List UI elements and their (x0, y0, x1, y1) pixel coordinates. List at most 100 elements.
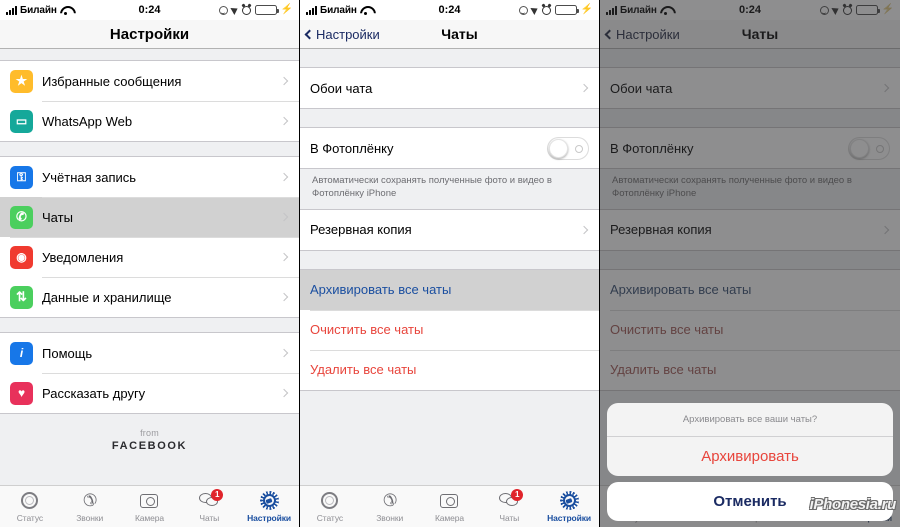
do-not-disturb-icon (218, 5, 228, 15)
heart-icon: ♥ (10, 381, 33, 405)
row-label: Резервная копия (310, 222, 412, 238)
tab-label: Статус (16, 512, 44, 523)
gear-icon (259, 491, 279, 511)
signal-bars-icon (6, 5, 17, 15)
panel-chats-settings: Билайн 0:24 ⚡ Настройки Чаты Обои чата В… (300, 0, 600, 527)
sidebar-item-whatsapp-web[interactable]: ▭ WhatsApp Web (0, 101, 299, 141)
camera-roll-toggle[interactable] (547, 136, 589, 160)
section-gap (300, 250, 599, 269)
facebook-footer: from FACEBOOK (0, 414, 299, 452)
chevron-right-icon (279, 252, 289, 262)
wifi-icon (60, 5, 72, 15)
carrier-name: Билайн (20, 4, 57, 16)
star-icon: ★ (10, 69, 33, 93)
sidebar-item-starred[interactable]: ★ Избранные сообщения (0, 61, 299, 101)
row-save-to-camera-roll[interactable]: В Фотоплёнку (300, 128, 599, 168)
chevron-right-icon (279, 348, 289, 358)
chats-badge: 1 (211, 488, 224, 501)
chevron-left-icon (304, 29, 315, 39)
chevron-right-icon (279, 292, 289, 302)
back-button[interactable]: Настройки (300, 27, 380, 42)
row-label: Данные и хранилище (42, 289, 172, 305)
page-title: Настройки (109, 25, 190, 43)
row-label: Уведомления (42, 249, 124, 265)
row-archive-all-chats[interactable]: Архивировать все чаты (300, 269, 599, 310)
camera-icon (440, 491, 459, 511)
row-label: Избранные сообщения (42, 73, 182, 89)
chat-actions-group: Архивировать все чаты Очистить все чаты … (300, 268, 599, 391)
charging-bolt-icon: ⚡ (280, 4, 293, 15)
row-chat-wallpaper[interactable]: Обои чата (300, 68, 599, 108)
status-bar-right: ⚡ (218, 4, 293, 15)
camera-roll-description: Автоматически сохранять полученные фото … (300, 169, 599, 209)
wifi-icon (360, 5, 372, 15)
camera-roll-group: В Фотоплёнку (300, 127, 599, 169)
camera-icon (140, 491, 159, 511)
nav-bar: Настройки (0, 20, 299, 49)
data-arrows-icon: ⇅ (10, 285, 33, 309)
gear-icon (559, 491, 579, 511)
tab-settings[interactable]: Настройки (539, 491, 599, 523)
archive-confirm-button[interactable]: Архивировать (607, 437, 893, 476)
action-sheet-main-group: Архивировать все ваши чаты? Архивировать (607, 402, 893, 476)
sidebar-item-notifications[interactable]: ◉ Уведомления (0, 237, 299, 277)
action-sheet-title: Архивировать все ваши чаты? (607, 403, 893, 437)
tab-bar: Статус ✆ Звонки Камера 1 Чаты Наст (300, 485, 599, 527)
status-bar: Билайн 0:24 ⚡ (300, 0, 599, 20)
row-label: Рассказать другу (42, 385, 146, 401)
info-icon: i (10, 341, 33, 365)
tab-camera[interactable]: Камера (420, 491, 480, 523)
row-backup[interactable]: Резервная копия (300, 209, 599, 250)
tab-settings[interactable]: Настройки (239, 491, 299, 523)
nav-bar: Настройки Чаты (300, 20, 599, 49)
sidebar-item-tell-a-friend[interactable]: ♥ Рассказать другу (0, 373, 299, 413)
panel-settings: Билайн 0:24 ⚡ Настройки ★ Избранные сооб… (0, 0, 300, 527)
row-label: Учётная запись (42, 169, 137, 185)
chevron-right-icon (579, 225, 589, 234)
section-gap (300, 109, 599, 127)
wallpaper-group: Обои чата (300, 67, 599, 109)
tab-label: Звонки (376, 512, 404, 523)
status-rings-icon (321, 491, 339, 511)
chevron-right-icon (279, 212, 289, 222)
chevron-right-icon (279, 116, 289, 126)
tab-chats[interactable]: 1 Чаты (479, 488, 539, 523)
battery-icon (554, 5, 579, 15)
status-bar: Билайн 0:24 ⚡ (0, 0, 299, 20)
settings-group-3: i Помощь ♥ Рассказать другу (0, 332, 299, 414)
row-label: Удалить все чаты (310, 362, 417, 378)
back-button-label: Настройки (316, 26, 380, 42)
phone-icon: ✆ (82, 491, 97, 510)
row-clear-all-chats[interactable]: Очистить все чаты (300, 309, 599, 350)
chat-bubbles-icon: 1 (499, 488, 524, 511)
carrier-name: Билайн (320, 4, 357, 16)
chats-settings-list: Обои чата В Фотоплёнку Автоматически сох… (300, 49, 599, 485)
sidebar-item-data-storage[interactable]: ⇅ Данные и хранилище (0, 277, 299, 317)
sidebar-item-help[interactable]: i Помощь (0, 333, 299, 373)
toggle-knob (549, 138, 568, 158)
toggle-off-ring-icon (575, 144, 583, 153)
key-icon: ⚿ (10, 165, 33, 189)
row-label: В Фотоплёнку (310, 140, 394, 156)
sidebar-item-account[interactable]: ⚿ Учётная запись (0, 157, 299, 197)
tab-camera[interactable]: Камера (120, 491, 180, 523)
row-label: Очистить все чаты (310, 322, 424, 338)
status-rings-icon (21, 491, 39, 511)
tab-status[interactable]: Статус (0, 491, 60, 523)
tab-chats[interactable]: 1 Чаты (179, 488, 239, 523)
chevron-right-icon (279, 388, 289, 398)
row-label: Чаты (42, 209, 73, 225)
alarm-clock-icon (541, 5, 551, 15)
row-delete-all-chats[interactable]: Удалить все чаты (300, 349, 599, 390)
tab-label: Чаты (499, 512, 520, 523)
do-not-disturb-icon (518, 5, 528, 15)
tab-calls[interactable]: ✆ Звонки (60, 491, 120, 523)
tab-label: Камера (434, 512, 465, 523)
sidebar-item-chats[interactable]: ✆ Чаты (0, 197, 299, 237)
tab-calls[interactable]: ✆ Звонки (360, 491, 420, 523)
tab-label: Настройки (247, 512, 292, 523)
section-gap (0, 142, 299, 156)
alarm-clock-icon (241, 5, 251, 15)
row-label: Архивировать все чаты (310, 282, 452, 298)
tab-status[interactable]: Статус (300, 491, 360, 523)
